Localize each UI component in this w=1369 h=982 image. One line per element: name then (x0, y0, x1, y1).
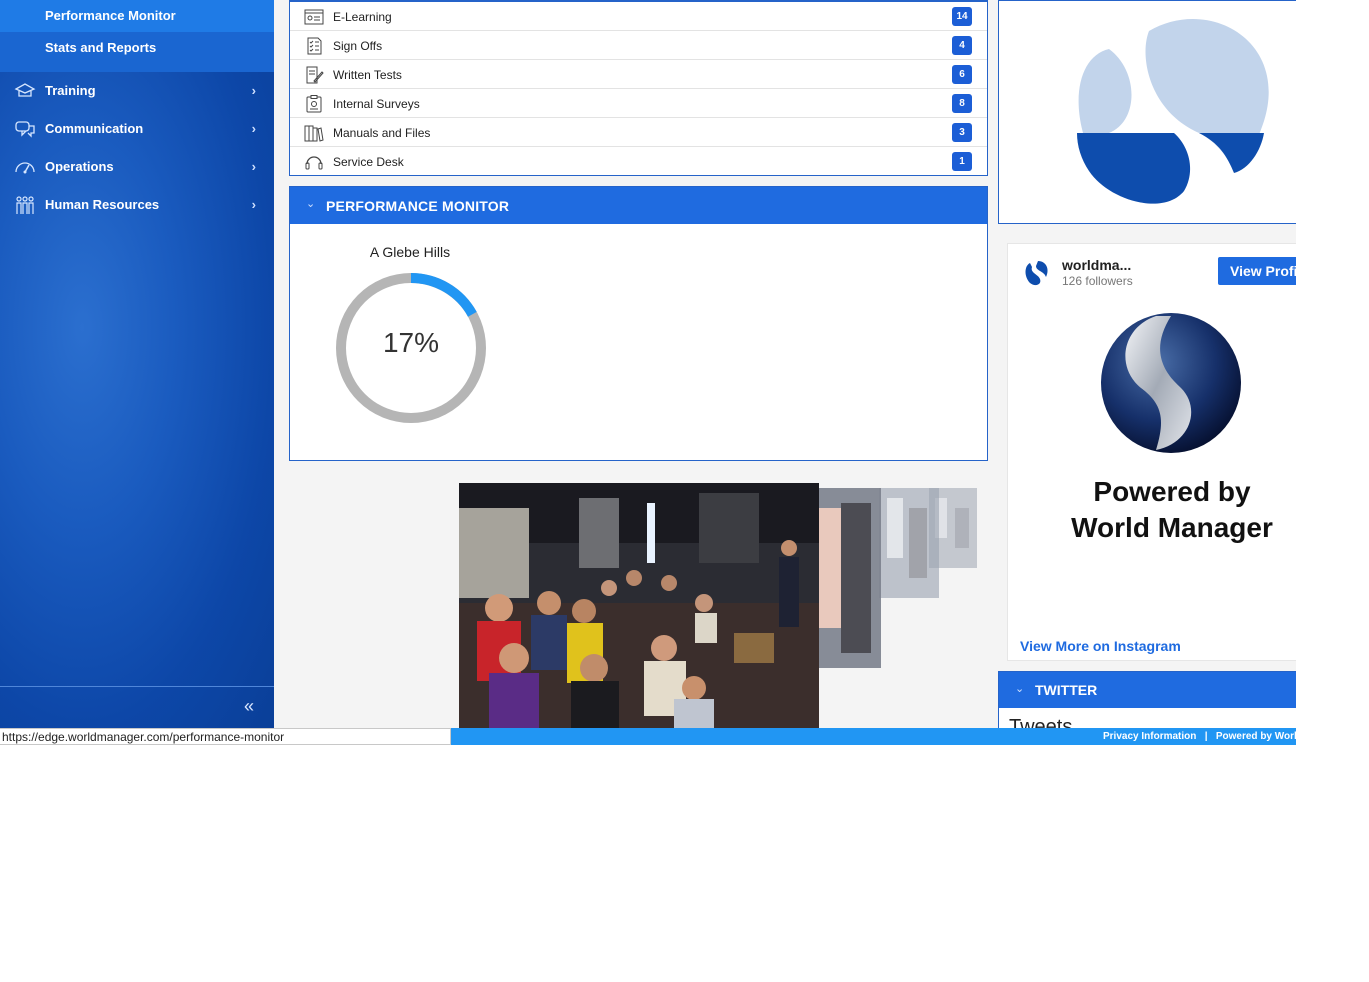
status-bar-url: https://edge.worldmanager.com/performanc… (0, 728, 451, 745)
sidebar-item-label: Operations (45, 159, 114, 174)
sidebar-submenu-spacer (0, 64, 274, 72)
powered-by-link[interactable]: Powered by World Manager (1216, 731, 1296, 742)
human-resources-icon (16, 196, 34, 214)
sidebar-item-label: Training (45, 83, 96, 98)
post-caption: Powered by World Manager (1008, 474, 1296, 546)
twitter-header[interactable]: ⌄ TWITTER (999, 672, 1296, 708)
document-label: E-Learning (333, 10, 392, 24)
document-row-internal-surveys[interactable]: Internal Surveys 8 (290, 89, 987, 118)
sidebar: Performance Monitor Stats and Reports Tr… (0, 0, 274, 728)
browser-viewport: Performance Monitor Stats and Reports Tr… (0, 0, 1296, 745)
sidebar-item-stats-and-reports[interactable]: Stats and Reports (0, 32, 274, 64)
checklist-icon (307, 37, 322, 55)
performance-monitor-panel: ⌄ PERFORMANCE MONITOR A Glebe Hills 17% (289, 186, 988, 461)
twitter-panel: ⌄ TWITTER Tweets (998, 671, 1296, 738)
footer-links: Privacy Information | Powered by World M… (1103, 731, 1296, 742)
documents-panel: E-Learning 14 Sign Offs 4 Written Tests … (289, 0, 988, 176)
profile-avatar[interactable] (1020, 257, 1052, 289)
caption-line-2: World Manager (1071, 512, 1273, 543)
document-row-elearning[interactable]: E-Learning 14 (290, 2, 987, 31)
panel-title: PERFORMANCE MONITOR (326, 198, 510, 214)
panel-title: TWITTER (1035, 682, 1098, 698)
sidebar-collapse-button[interactable]: « (0, 686, 274, 728)
brand-logo-panel (998, 0, 1296, 224)
document-label: Manuals and Files (333, 126, 431, 140)
headset-icon (305, 156, 323, 170)
view-profile-button[interactable]: View Profile (1218, 257, 1296, 285)
chevron-right-icon: › (251, 197, 256, 212)
manuals-icon (304, 125, 324, 142)
document-label: Internal Surveys (333, 97, 420, 111)
survey-icon (306, 95, 322, 113)
sidebar-item-communication[interactable]: Communication › (0, 110, 274, 148)
performance-monitor-header[interactable]: ⌄ PERFORMANCE MONITOR (290, 187, 987, 224)
profile-name[interactable]: worldma... (1062, 257, 1131, 273)
document-row-manuals-and-files[interactable]: Manuals and Files 3 (290, 118, 987, 147)
chevron-down-icon: ⌄ (1015, 683, 1025, 695)
count-badge: 4 (952, 36, 972, 55)
sidebar-item-label: Communication (45, 121, 144, 136)
world-manager-logo (1047, 5, 1296, 204)
elearning-icon (304, 9, 324, 25)
carousel-ghost-photo (879, 488, 939, 598)
count-badge: 14 (952, 7, 972, 26)
follower-count: 126 followers (1062, 274, 1133, 288)
chevron-right-icon: › (251, 121, 256, 136)
communication-icon (15, 121, 35, 138)
chevron-right-icon: › (251, 83, 256, 98)
gauge-location-label: A Glebe Hills (369, 244, 451, 260)
seminar-photo (459, 483, 819, 728)
sidebar-item-label: Performance Monitor (45, 8, 176, 23)
sidebar-item-label: Stats and Reports (45, 40, 157, 55)
instagram-panel: worldma... 126 followers View Profile Po… (1007, 243, 1296, 661)
count-badge: 3 (952, 123, 972, 142)
privacy-link[interactable]: Privacy Information (1103, 731, 1196, 742)
sidebar-item-human-resources[interactable]: Human Resources › (0, 186, 274, 224)
chevron-down-icon: ⌄ (306, 198, 316, 210)
view-more-instagram-link[interactable]: View More on Instagram (1020, 638, 1181, 654)
sidebar-item-training[interactable]: Training › (0, 72, 274, 110)
sidebar-item-performance-monitor[interactable]: Performance Monitor (0, 0, 274, 32)
caption-line-1: Powered by (1093, 476, 1251, 507)
document-label: Service Desk (333, 155, 404, 169)
gauge-percent-label: 17% (382, 327, 440, 358)
chevron-right-icon: › (251, 159, 256, 174)
document-row-written-tests[interactable]: Written Tests 6 (290, 60, 987, 89)
double-chevron-left-icon: « (243, 696, 254, 716)
document-label: Sign Offs (333, 39, 383, 53)
count-badge: 1 (952, 152, 972, 171)
operations-icon (15, 162, 35, 174)
count-badge: 6 (952, 65, 972, 84)
footer-separator: | (1204, 731, 1208, 742)
photo-carousel[interactable] (459, 483, 979, 728)
carousel-ghost-photo (819, 488, 881, 668)
training-icon (14, 83, 36, 97)
globe-logo-image[interactable] (1096, 308, 1246, 458)
document-row-sign-offs[interactable]: Sign Offs 4 (290, 31, 987, 60)
sidebar-item-operations[interactable]: Operations › (0, 148, 274, 186)
sidebar-item-label: Human Resources (45, 197, 160, 212)
document-label: Written Tests (333, 68, 402, 82)
count-badge: 8 (952, 94, 972, 113)
document-row-service-desk[interactable]: Service Desk 1 (290, 147, 987, 176)
written-test-icon (306, 66, 324, 84)
